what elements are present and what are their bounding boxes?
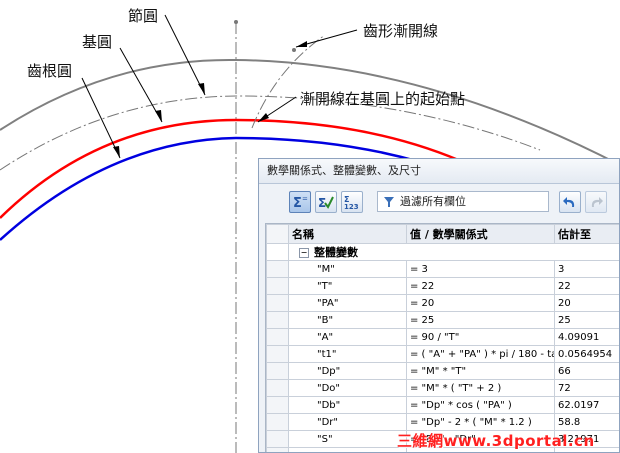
redo-icon[interactable]: [585, 191, 607, 213]
involute-curve: [251, 34, 326, 129]
row-selector: [266, 260, 289, 278]
row-selector: [266, 396, 289, 414]
name-cell[interactable]: "A": [288, 328, 407, 346]
column-header-name[interactable]: 名稱: [288, 224, 407, 244]
name-cell[interactable]: "R": [288, 447, 407, 452]
eval-cell[interactable]: 58.8: [554, 413, 619, 431]
involute-label: 齒形漸開線: [363, 22, 439, 40]
undo-icon[interactable]: [559, 191, 581, 213]
name-cell[interactable]: "Do": [288, 379, 407, 397]
column-header-eval[interactable]: 估計至: [554, 224, 619, 244]
table-row[interactable]: "A" = 90 / "T" 4.09091: [266, 328, 619, 346]
svg-text:=: =: [302, 195, 308, 203]
row-selector: [266, 447, 289, 452]
value-cell[interactable]: = ( "A" + "PA" ) * pi / 180 - ta: [406, 345, 555, 363]
root-circle-leader: [81, 77, 121, 159]
table-row[interactable]: "t1" = ( "A" + "PA" ) * pi / 180 - ta 0.05…: [266, 345, 619, 363]
group-label: 整體變數: [314, 246, 358, 259]
name-cell[interactable]: "S": [288, 430, 407, 448]
value-cell[interactable]: = 90 / "T": [406, 328, 555, 346]
eval-cell[interactable]: 4.09091: [554, 328, 619, 346]
involute-start-label: 漸開線在基圓上的起始點: [300, 90, 466, 108]
base-circle-label: 基圓: [82, 33, 113, 51]
filter-input[interactable]: 過濾所有欄位: [377, 191, 549, 212]
column-header-value[interactable]: 值 / 數學關係式: [406, 224, 555, 244]
name-cell[interactable]: "Dr": [288, 413, 407, 431]
table-row[interactable]: "Do" = "M" * ( "T" + 2 ) 72: [266, 379, 619, 397]
row-selector: [266, 430, 289, 448]
equation-check-icon[interactable]: Σ: [315, 191, 337, 213]
collapse-icon[interactable]: −: [299, 248, 309, 258]
name-cell[interactable]: "Db": [288, 396, 407, 414]
equations-dialog: 數學關係式、整體變數、及尺寸 Σ = Σ Σ 123 過濾所有欄位 名稱 值 /…: [258, 158, 620, 453]
svg-text:123: 123: [344, 203, 359, 210]
row-selector: [266, 328, 289, 346]
eval-cell[interactable]: 72: [554, 379, 619, 397]
pitch-circle-leader: [164, 14, 206, 96]
eval-cell[interactable]: 3: [554, 260, 619, 278]
svg-text:Σ: Σ: [318, 196, 326, 210]
value-cell[interactable]: = "Dp" * cos ( "PA" ): [406, 396, 555, 414]
name-cell[interactable]: "B": [288, 311, 407, 329]
table-row[interactable]: "Dp" = "M" * "T" 66: [266, 362, 619, 380]
sigma-icon[interactable]: Σ =: [289, 191, 311, 213]
value-cell[interactable]: = 25: [406, 311, 555, 329]
row-selector: [266, 379, 289, 397]
row-selector: [266, 362, 289, 380]
dialog-toolbar: Σ = Σ Σ 123 過濾所有欄位: [259, 189, 619, 217]
watermark: 三維網www.3dportal.cn: [397, 432, 595, 450]
value-cell[interactable]: = "M" * "T": [406, 362, 555, 380]
eval-cell[interactable]: 0.0564954: [554, 345, 619, 363]
svg-text:Σ: Σ: [293, 196, 302, 210]
filter-placeholder: 過濾所有欄位: [400, 195, 466, 208]
name-cell[interactable]: "Dp": [288, 362, 407, 380]
name-cell[interactable]: "M": [288, 260, 407, 278]
outer-circle: [0, 58, 620, 166]
value-cell[interactable]: = 20: [406, 294, 555, 312]
value-cell[interactable]: = 22: [406, 277, 555, 295]
root-circle-label: 齒根圓: [27, 62, 73, 80]
table-row[interactable]: "T" = 22 22: [266, 277, 619, 295]
table-row[interactable]: "PA" = 20 20: [266, 294, 619, 312]
funnel-icon: [384, 197, 394, 207]
table-row[interactable]: "Db" = "Dp" * cos ( "PA" ) 62.0197: [266, 396, 619, 414]
table-row[interactable]: "Dr" = "Dp" - 2 * ( "M" * 1.2 ) 58.8: [266, 413, 619, 431]
row-selector: [266, 311, 289, 329]
eval-cell[interactable]: 22: [554, 277, 619, 295]
name-cell[interactable]: "PA": [288, 294, 407, 312]
eval-cell[interactable]: 20: [554, 294, 619, 312]
table-row[interactable]: "B" = 25 25: [266, 311, 619, 329]
eval-cell[interactable]: 25: [554, 311, 619, 329]
row-selector: [266, 277, 289, 295]
equations-table: 名稱 值 / 數學關係式 估計至 − 整體變數 "M" = 3 3 "T" = 22 22 "…: [265, 223, 619, 452]
value-cell[interactable]: = 3: [406, 260, 555, 278]
row-selector: [266, 413, 289, 431]
row-selector: [266, 294, 289, 312]
eval-cell[interactable]: 66: [554, 362, 619, 380]
eval-cell[interactable]: 62.0197: [554, 396, 619, 414]
value-cell[interactable]: = "M" * ( "T" + 2 ): [406, 379, 555, 397]
pitch-circle-label: 節圓: [128, 7, 159, 25]
numeric-123-icon[interactable]: Σ 123: [341, 191, 363, 213]
value-cell[interactable]: = "Dp" - 2 * ( "M" * 1.2 ): [406, 413, 555, 431]
centerline-endpoint: [234, 20, 238, 24]
table-row[interactable]: "M" = 33: [266, 260, 619, 278]
name-cell[interactable]: "t1": [288, 345, 407, 363]
row-selector: [266, 345, 289, 363]
group-row[interactable]: − 整體變數: [266, 243, 619, 261]
name-cell[interactable]: "T": [288, 277, 407, 295]
dialog-title: 數學關係式、整體變數、及尺寸: [259, 159, 619, 184]
